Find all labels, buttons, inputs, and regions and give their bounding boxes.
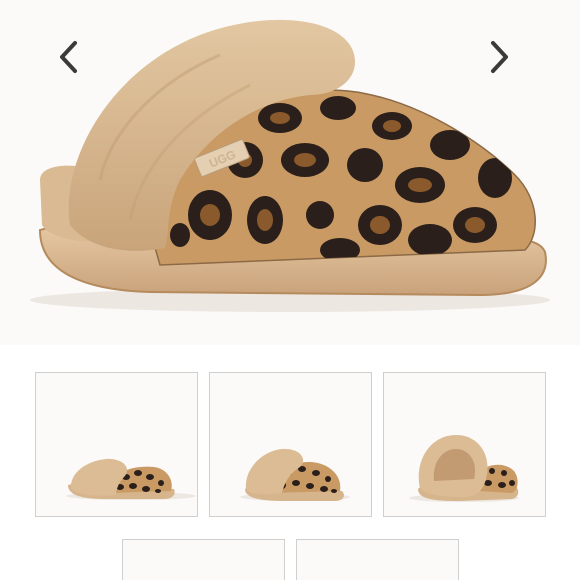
thumbnail-front-view[interactable] bbox=[209, 372, 372, 517]
thumbnail-side-view[interactable] bbox=[35, 372, 198, 517]
leopard-slipper-side-thumbnail bbox=[66, 458, 196, 500]
main-product-image[interactable]: UGG bbox=[0, 0, 580, 345]
next-image-button[interactable] bbox=[490, 40, 522, 84]
leopard-slipper-back-thumbnail bbox=[409, 435, 519, 502]
previous-image-button[interactable] bbox=[58, 40, 90, 84]
thumbnail[interactable] bbox=[122, 539, 285, 580]
leopard-slipper-front-thumbnail bbox=[240, 448, 350, 501]
chevron-left-icon bbox=[60, 41, 77, 73]
thumbnail-back-view[interactable] bbox=[383, 372, 546, 517]
chevron-right-icon bbox=[491, 41, 508, 73]
product-gallery: UGG bbox=[0, 0, 580, 580]
thumbnail[interactable] bbox=[296, 539, 459, 580]
